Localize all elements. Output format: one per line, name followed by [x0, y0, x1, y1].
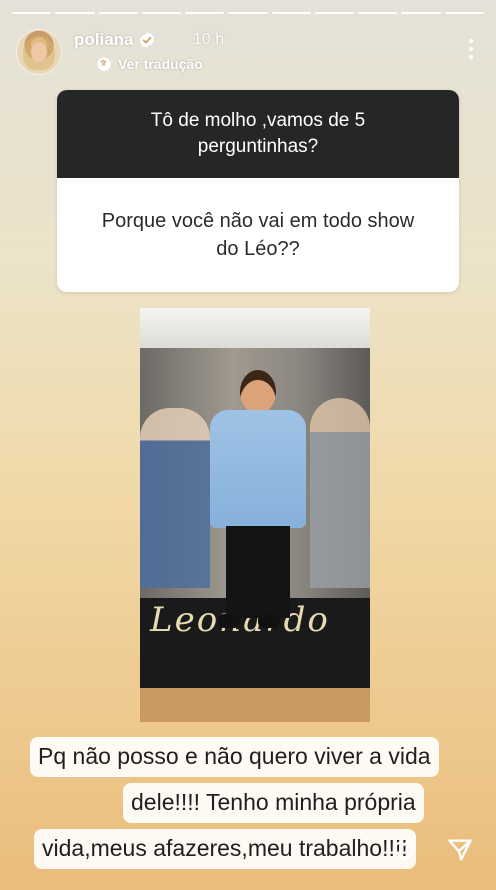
question-text: Porque você não vai em todo show do Léo?…	[101, 210, 415, 260]
photo-wood-floor	[140, 688, 370, 722]
dot	[469, 55, 473, 59]
man-shirt	[210, 410, 306, 528]
progress-segment	[55, 12, 95, 14]
progress-segment	[271, 12, 311, 14]
question-prompt: Tô de molho ,vamos de 5 perguntinhas?	[57, 90, 459, 178]
more-vertical-icon[interactable]	[468, 39, 474, 61]
answer-line: vida,meus afazeres,meu trabalho!!!!	[34, 829, 416, 869]
answer-line: dele!!!! Tenho minha própria	[123, 783, 424, 823]
dot	[469, 47, 473, 51]
answer-line: Pq não posso e não quero viver a vida	[30, 737, 439, 777]
progress-segment	[185, 12, 225, 14]
progress-segment	[141, 12, 182, 14]
progress-segment	[12, 12, 52, 14]
send-icon[interactable]	[446, 836, 474, 864]
story-photo: Leonardo	[140, 308, 370, 722]
progress-segment	[358, 12, 398, 14]
man-pants	[226, 526, 290, 618]
avatar-face	[31, 42, 47, 62]
progress-segment	[401, 12, 441, 14]
man-head	[240, 370, 276, 414]
progress-segment	[444, 12, 484, 14]
progress-segment	[98, 12, 138, 14]
dot	[469, 39, 473, 43]
man-shoe	[258, 614, 280, 628]
photo-tent	[140, 308, 370, 348]
story-progress-bar	[12, 12, 484, 16]
translate-link[interactable]: Ver tradução	[118, 56, 203, 72]
heart-icon[interactable]	[390, 836, 418, 864]
story-header: poliana 10 h Ver tradução	[16, 26, 480, 80]
username[interactable]: poliana	[74, 30, 134, 50]
verified-badge-icon	[139, 32, 155, 48]
avatar[interactable]	[16, 29, 62, 75]
banner-person-left	[140, 408, 210, 588]
time-ago: 10 h	[193, 31, 225, 48]
progress-segment	[228, 12, 268, 14]
progress-segment	[314, 12, 355, 14]
banner-person-right	[310, 398, 370, 588]
question-sticker: Tô de molho ,vamos de 5 perguntinhas? Po…	[57, 90, 459, 292]
man-shoe	[218, 614, 240, 628]
translate-icon	[97, 57, 111, 71]
